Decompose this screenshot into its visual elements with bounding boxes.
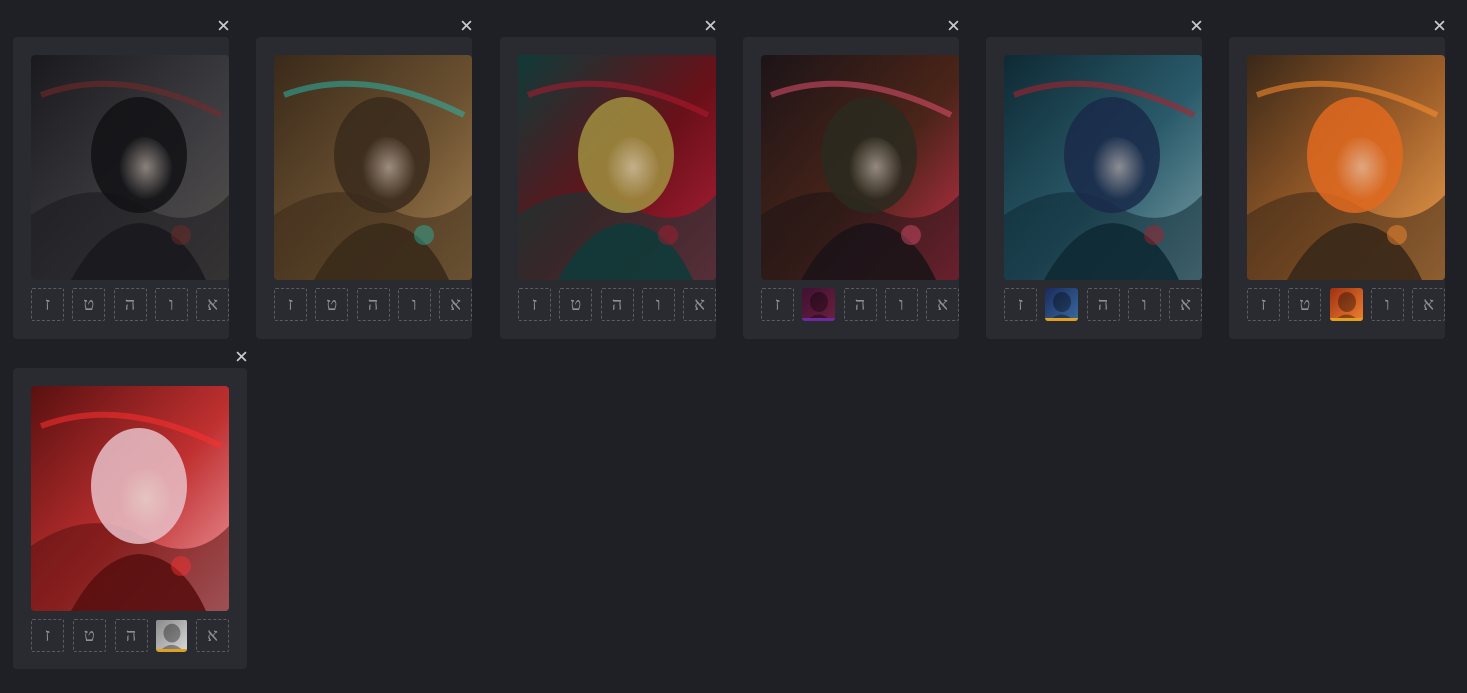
- character-card[interactable]: זטהוא: [13, 37, 229, 339]
- slot-row: זטהוא: [274, 288, 472, 321]
- character-card[interactable]: ז הוא: [743, 37, 959, 339]
- rarity-bar: [1329, 318, 1363, 321]
- empty-slot[interactable]: א: [439, 288, 472, 321]
- close-icon: [235, 350, 247, 362]
- empty-slot[interactable]: א: [683, 288, 716, 321]
- filled-slot[interactable]: [1045, 288, 1079, 321]
- character-portrait[interactable]: [31, 55, 229, 280]
- empty-slot[interactable]: ו: [154, 288, 188, 321]
- close-icon: [704, 19, 716, 31]
- remove-card-2-button[interactable]: [457, 16, 475, 34]
- filled-slot[interactable]: [1329, 288, 1363, 321]
- character-thumbnail-icon: [156, 620, 188, 651]
- empty-slot[interactable]: ו: [1127, 288, 1161, 321]
- empty-slot[interactable]: ז: [31, 619, 64, 652]
- empty-slot[interactable]: ז: [274, 288, 307, 321]
- empty-slot[interactable]: א: [926, 288, 959, 321]
- character-portrait[interactable]: [1247, 55, 1445, 280]
- empty-slot[interactable]: ו: [397, 288, 431, 321]
- character-portrait[interactable]: [274, 55, 472, 280]
- slot-row: זט וא: [1247, 288, 1445, 321]
- character-portrait[interactable]: [761, 55, 959, 280]
- empty-slot[interactable]: ט: [72, 619, 106, 652]
- character-portrait[interactable]: [518, 55, 716, 280]
- remove-card-1-button[interactable]: [214, 16, 232, 34]
- empty-slot[interactable]: ה: [1086, 288, 1120, 321]
- empty-slot[interactable]: ז: [1247, 288, 1280, 321]
- empty-slot[interactable]: ו: [641, 288, 675, 321]
- empty-slot[interactable]: א: [196, 288, 229, 321]
- close-icon: [460, 19, 472, 31]
- empty-slot[interactable]: ה: [113, 288, 147, 321]
- empty-slot[interactable]: א: [196, 619, 229, 652]
- empty-slot[interactable]: ו: [1370, 288, 1404, 321]
- empty-slot[interactable]: א: [1412, 288, 1445, 321]
- slot-row: זטהוא: [518, 288, 716, 321]
- character-portrait[interactable]: [31, 386, 229, 611]
- filled-slot[interactable]: [802, 288, 836, 321]
- character-card[interactable]: זטה א: [13, 368, 247, 669]
- character-card[interactable]: ז הוא: [986, 37, 1202, 339]
- close-icon: [947, 19, 959, 31]
- remove-card-4-button[interactable]: [944, 16, 962, 34]
- empty-slot[interactable]: ה: [114, 619, 148, 652]
- empty-slot[interactable]: א: [1169, 288, 1202, 321]
- empty-slot[interactable]: ז: [518, 288, 551, 321]
- slot-row: זטהוא: [31, 288, 229, 321]
- character-portrait[interactable]: [1004, 55, 1202, 280]
- empty-slot[interactable]: ט: [1288, 288, 1322, 321]
- slot-row: זטה א: [31, 619, 229, 652]
- empty-slot[interactable]: ט: [72, 288, 106, 321]
- empty-slot[interactable]: ז: [1004, 288, 1037, 321]
- remove-card-7-button[interactable]: [232, 347, 250, 365]
- character-card[interactable]: זטהוא: [256, 37, 472, 339]
- remove-card-6-button[interactable]: [1430, 16, 1448, 34]
- rarity-bar: [802, 318, 836, 321]
- character-card[interactable]: זט וא: [1229, 37, 1445, 339]
- empty-slot[interactable]: ט: [315, 288, 349, 321]
- empty-slot[interactable]: ה: [600, 288, 634, 321]
- slot-row: ז הוא: [761, 288, 959, 321]
- remove-card-5-button[interactable]: [1187, 16, 1205, 34]
- rarity-bar: [1045, 318, 1079, 321]
- empty-slot[interactable]: ז: [31, 288, 64, 321]
- slot-row: ז הוא: [1004, 288, 1202, 321]
- empty-slot[interactable]: ט: [559, 288, 593, 321]
- filled-slot[interactable]: [156, 619, 188, 652]
- character-thumbnail-icon: [1329, 288, 1363, 321]
- empty-slot[interactable]: ה: [356, 288, 390, 321]
- empty-slot[interactable]: ו: [884, 288, 918, 321]
- close-icon: [217, 19, 229, 31]
- close-icon: [1190, 19, 1202, 31]
- empty-slot[interactable]: ז: [761, 288, 794, 321]
- character-thumbnail-icon: [1045, 288, 1079, 321]
- rarity-bar: [156, 649, 188, 652]
- character-card[interactable]: זטהוא: [500, 37, 716, 339]
- character-thumbnail-icon: [802, 288, 836, 321]
- team-grid: זטהוא זטהוא זטהוא זהוא זהוא זטוא זטהא: [0, 0, 1467, 693]
- empty-slot[interactable]: ה: [843, 288, 877, 321]
- remove-card-3-button[interactable]: [701, 16, 719, 34]
- close-icon: [1433, 19, 1445, 31]
